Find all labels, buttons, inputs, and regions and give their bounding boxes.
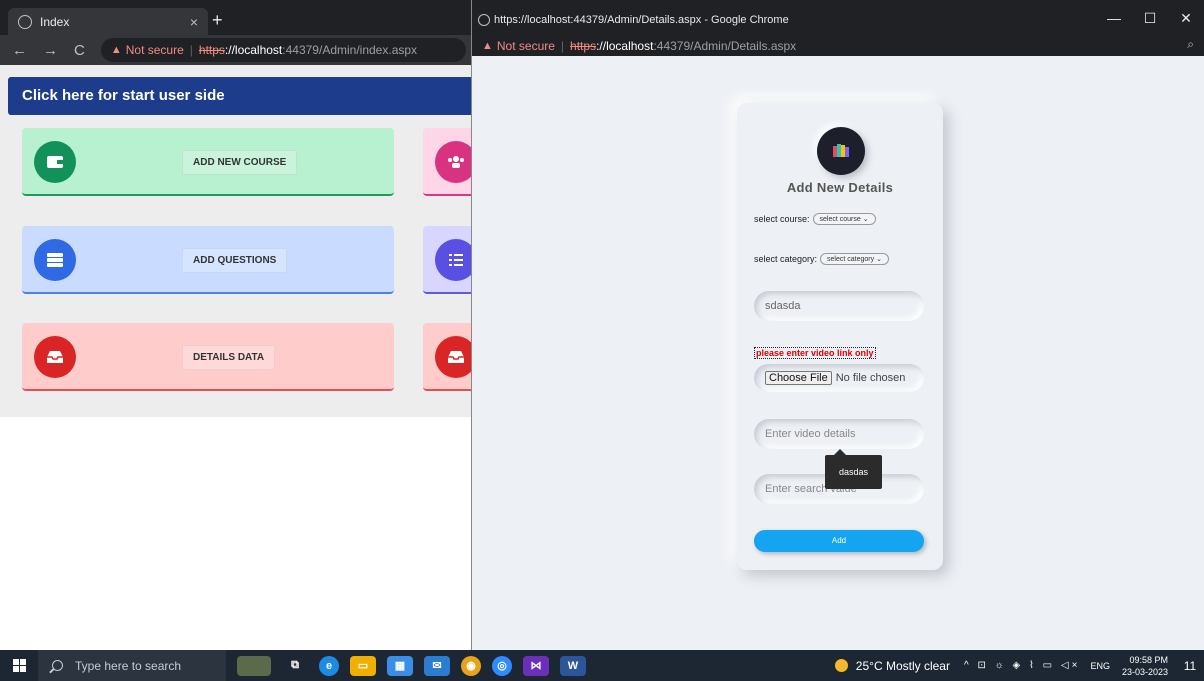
- address-separator: |: [560, 39, 565, 53]
- cortana-widget-icon[interactable]: [237, 655, 271, 676]
- window-controls: — ☐ ✕: [1096, 10, 1204, 27]
- edge-icon[interactable]: e: [319, 655, 339, 676]
- maximize-icon[interactable]: ☐: [1132, 10, 1168, 27]
- background-browser-window: Index × + ← → C ▲ Not secure | https ://…: [0, 0, 477, 650]
- course-select[interactable]: select course ⌄: [812, 213, 876, 225]
- card-partial-users[interactable]: [423, 128, 477, 196]
- windows-logo-icon: [12, 659, 26, 672]
- address-separator: |: [189, 43, 193, 57]
- tab-index[interactable]: Index ×: [8, 8, 208, 35]
- clock-date: 23-03-2023: [1121, 666, 1168, 677]
- close-tab-icon[interactable]: ×: [190, 14, 198, 30]
- category-label: select category:: [754, 254, 818, 264]
- clock[interactable]: 09:58 PM 23-03-2023: [1122, 654, 1168, 678]
- forward-arrow-icon[interactable]: →: [43, 42, 58, 59]
- card-partial-checklist[interactable]: [423, 226, 477, 294]
- chevron-down-icon: ⌄: [862, 216, 869, 223]
- minimize-icon[interactable]: —: [1096, 10, 1132, 27]
- not-secure-label[interactable]: Not secure: [497, 39, 555, 53]
- file-input[interactable]: Choose File No file chosen: [754, 364, 924, 392]
- taskbar-search[interactable]: Type here to search: [38, 650, 226, 681]
- notification-icon[interactable]: 11: [1180, 659, 1200, 673]
- close-icon[interactable]: ✕: [1168, 10, 1204, 27]
- search-icon: [52, 660, 63, 671]
- address-bar[interactable]: ▲ Not secure | https ://localhost :44379…: [472, 36, 1204, 56]
- video-link-input[interactable]: sdasda: [754, 291, 924, 321]
- url-scheme: https: [198, 43, 225, 57]
- word-icon[interactable]: W: [560, 655, 586, 676]
- url-scheme: https: [570, 39, 597, 53]
- clock-time: 09:58 PM: [1129, 654, 1168, 665]
- search-placeholder: Type here to search: [75, 658, 182, 673]
- details-data-button[interactable]: DETAILS DATA: [182, 345, 276, 370]
- tray-icons[interactable]: ^ ⊡ ☼ ◈ ⌇ ▭ ◁×: [964, 660, 1080, 671]
- start-user-side-link[interactable]: Click here for start user side: [8, 77, 472, 115]
- video-details-input[interactable]: Enter video details: [754, 419, 924, 449]
- course-select-value: select course: [819, 216, 861, 223]
- add-button[interactable]: Add: [754, 530, 924, 552]
- no-file-text: No file chosen: [835, 372, 906, 384]
- tab-title: Index: [40, 14, 70, 29]
- window-title-bar[interactable]: https://localhost:44379/Admin/Details.as…: [472, 0, 1204, 36]
- url-path: :44379/Admin/index.aspx: [282, 43, 418, 57]
- url-path: :44379/Admin/Details.aspx: [653, 39, 797, 53]
- reload-icon[interactable]: C: [74, 42, 85, 59]
- wallet-icon: [34, 141, 76, 183]
- globe-icon: [18, 14, 32, 29]
- visual-studio-icon[interactable]: ⋈: [523, 655, 549, 676]
- url-host: ://localhost: [224, 43, 283, 57]
- store-icon[interactable]: ▦: [387, 655, 413, 676]
- course-row: select course: select course ⌄: [754, 213, 876, 225]
- language-indicator[interactable]: ENG: [1090, 661, 1110, 671]
- warning-icon: ▲: [110, 44, 122, 56]
- card-partial-inbox[interactable]: [423, 323, 477, 391]
- card-add-new-course[interactable]: ADD NEW COURSE: [22, 128, 394, 196]
- course-label: select course:: [754, 214, 810, 224]
- inbox-icon: [34, 336, 76, 378]
- category-row: select category: select category ⌄: [754, 253, 889, 265]
- windows-taskbar: Type here to search ⧉ e ▭ ▦ ✉ ◉ ◎ ⋈ W 25…: [0, 650, 1204, 681]
- server-icon: [34, 239, 76, 281]
- start-button[interactable]: [0, 659, 38, 672]
- file-explorer-icon[interactable]: ▭: [350, 655, 376, 676]
- autocomplete-tooltip[interactable]: dasdas: [825, 449, 882, 489]
- weather-widget[interactable]: 25°C Mostly clear: [834, 658, 950, 673]
- chevron-down-icon: ⌄: [876, 256, 882, 263]
- card-add-questions[interactable]: ADD QUESTIONS: [22, 226, 394, 294]
- address-bar[interactable]: ▲ Not secure | https ://localhost :44379…: [100, 38, 466, 62]
- details-browser-window: https://localhost:44379/Admin/Details.as…: [471, 0, 1204, 650]
- chrome-icon[interactable]: ◉: [461, 655, 481, 676]
- logo-icon: [817, 127, 865, 175]
- url-host: ://localhost: [596, 39, 654, 53]
- weather-text: 25°C Mostly clear: [855, 658, 950, 673]
- validation-error: please enter video link only: [754, 347, 876, 359]
- card-details-data[interactable]: DETAILS DATA: [22, 323, 394, 391]
- mail-icon[interactable]: ✉: [424, 655, 450, 676]
- warning-icon: ▲: [482, 40, 493, 52]
- system-tray: 25°C Mostly clear ^ ⊡ ☼ ◈ ⌇ ▭ ◁× ENG 09:…: [834, 650, 1204, 681]
- admin-dashboard: Click here for start user side ADD NEW C…: [0, 65, 477, 417]
- window-title: https://localhost:44379/Admin/Details.as…: [494, 14, 789, 26]
- zoom-app-icon[interactable]: ◎: [492, 655, 512, 676]
- task-view-icon[interactable]: ⧉: [282, 656, 308, 676]
- form-title: Add New Details: [786, 180, 894, 195]
- add-details-form: Add New Details select course: select co…: [737, 103, 943, 570]
- new-tab-button[interactable]: +: [212, 8, 223, 32]
- browser-toolbar: ← → C ▲ Not secure | https ://localhost …: [0, 35, 472, 65]
- globe-icon: [478, 14, 490, 26]
- choose-file-button[interactable]: Choose File: [765, 371, 832, 385]
- add-questions-button[interactable]: ADD QUESTIONS: [182, 248, 288, 273]
- not-secure-label[interactable]: Not secure: [126, 43, 184, 57]
- weather-moon-icon: [834, 659, 848, 672]
- category-select-value: select category: [827, 256, 875, 263]
- zoom-icon[interactable]: ⌕: [1187, 37, 1194, 52]
- add-new-course-button[interactable]: ADD NEW COURSE: [182, 150, 298, 175]
- category-select[interactable]: select category ⌄: [820, 253, 889, 265]
- back-arrow-icon[interactable]: ←: [12, 42, 27, 59]
- tab-strip: Index × +: [0, 0, 472, 35]
